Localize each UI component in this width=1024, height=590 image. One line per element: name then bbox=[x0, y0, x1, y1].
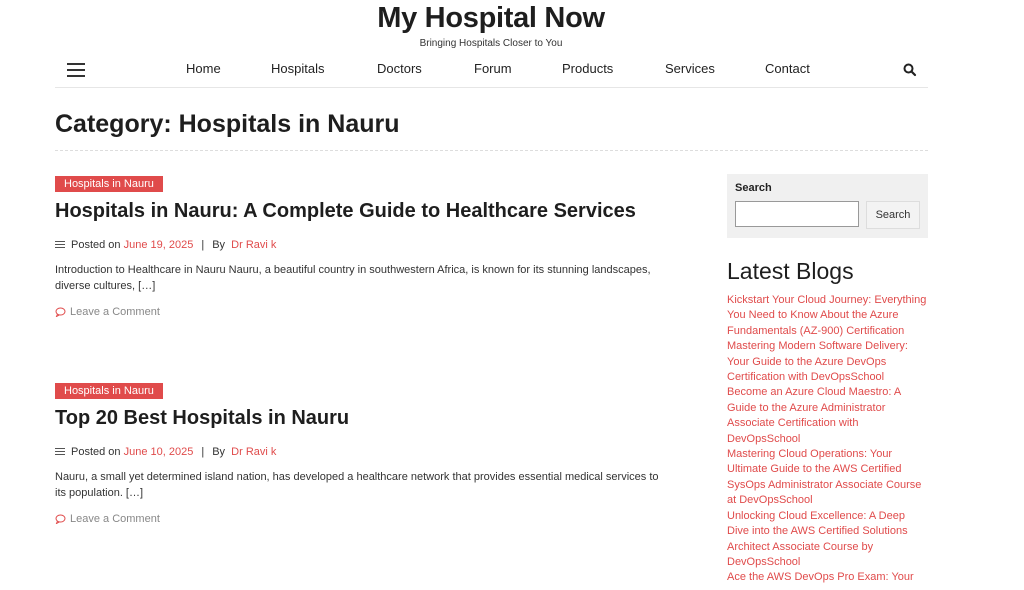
leave-comment-label[interactable]: Leave a Comment bbox=[70, 513, 160, 525]
post-meta: Posted on June 10, 2025 | By Dr Ravi k bbox=[55, 446, 685, 458]
post-excerpt: Nauru, a small yet determined island nat… bbox=[55, 471, 659, 499]
site-title[interactable]: My Hospital Now bbox=[0, 2, 982, 35]
latest-blogs-list: Kickstart Your Cloud Journey: Everything… bbox=[727, 293, 927, 586]
page-title: Category: Hospitals in Nauru bbox=[55, 110, 400, 138]
nav-item-services[interactable]: Services bbox=[665, 61, 715, 76]
blog-link[interactable]: Unlocking Cloud Excellence: A Deep Dive … bbox=[727, 509, 927, 571]
title-divider bbox=[55, 150, 928, 151]
leave-comment-link[interactable]: Leave a Comment bbox=[55, 306, 685, 318]
leave-comment-link[interactable]: Leave a Comment bbox=[55, 513, 685, 525]
blog-link[interactable]: Mastering Modern Software Delivery: Your… bbox=[727, 339, 927, 385]
leave-comment-label[interactable]: Leave a Comment bbox=[70, 306, 160, 318]
sidebar-search-widget: Search Search bbox=[727, 174, 928, 238]
comment-icon bbox=[55, 514, 66, 524]
category-badge[interactable]: Hospitals in Nauru bbox=[55, 176, 163, 192]
meta-separator: | bbox=[201, 239, 205, 251]
post-card: Hospitals in Nauru Top 20 Best Hospitals… bbox=[55, 381, 685, 525]
posted-on-label: Posted on bbox=[71, 239, 121, 251]
list-icon bbox=[55, 448, 65, 456]
nav-item-doctors[interactable]: Doctors bbox=[377, 61, 422, 76]
author-link[interactable]: Dr Ravi k bbox=[231, 446, 276, 458]
site-tagline: Bringing Hospitals Closer to You bbox=[419, 38, 563, 49]
nav-item-contact[interactable]: Contact bbox=[765, 61, 810, 76]
post-date-link[interactable]: June 19, 2025 bbox=[124, 239, 194, 251]
author-link[interactable]: Dr Ravi k bbox=[231, 239, 276, 251]
nav-item-forum[interactable]: Forum bbox=[474, 61, 512, 76]
category-badge[interactable]: Hospitals in Nauru bbox=[55, 383, 163, 399]
hamburger-icon[interactable] bbox=[67, 63, 85, 77]
post-date-link[interactable]: June 10, 2025 bbox=[124, 446, 194, 458]
post-meta: Posted on June 19, 2025 | By Dr Ravi k bbox=[55, 239, 685, 251]
post-title[interactable]: Top 20 Best Hospitals in Nauru bbox=[55, 407, 685, 430]
latest-blogs-heading: Latest Blogs bbox=[727, 258, 854, 284]
nav-item-hospitals[interactable]: Hospitals bbox=[271, 61, 324, 76]
list-icon bbox=[55, 241, 65, 249]
blog-link[interactable]: Ace the AWS DevOps Pro Exam: Your bbox=[727, 570, 927, 585]
search-icon[interactable] bbox=[902, 62, 918, 78]
nav-item-home[interactable]: Home bbox=[186, 61, 221, 76]
search-input[interactable] bbox=[735, 201, 859, 227]
post-excerpt: Introduction to Healthcare in Nauru Naur… bbox=[55, 264, 651, 292]
posted-on-label: Posted on bbox=[71, 446, 121, 458]
blog-link[interactable]: Kickstart Your Cloud Journey: Everything… bbox=[727, 293, 927, 339]
post-card: Hospitals in Nauru Hospitals in Nauru: A… bbox=[55, 174, 685, 318]
by-label: By bbox=[212, 239, 226, 251]
search-button[interactable]: Search bbox=[866, 201, 920, 229]
main-nav: Home Hospitals Doctors Forum Products Se… bbox=[55, 55, 928, 88]
comment-icon bbox=[55, 307, 66, 317]
blog-link[interactable]: Mastering Cloud Operations: Your Ultimat… bbox=[727, 447, 927, 509]
post-title[interactable]: Hospitals in Nauru: A Complete Guide to … bbox=[55, 200, 685, 223]
nav-item-products[interactable]: Products bbox=[562, 61, 613, 76]
search-label: Search bbox=[735, 182, 772, 194]
blog-link[interactable]: Become an Azure Cloud Maestro: A Guide t… bbox=[727, 385, 927, 447]
meta-separator: | bbox=[201, 446, 205, 458]
by-label: By bbox=[212, 446, 226, 458]
